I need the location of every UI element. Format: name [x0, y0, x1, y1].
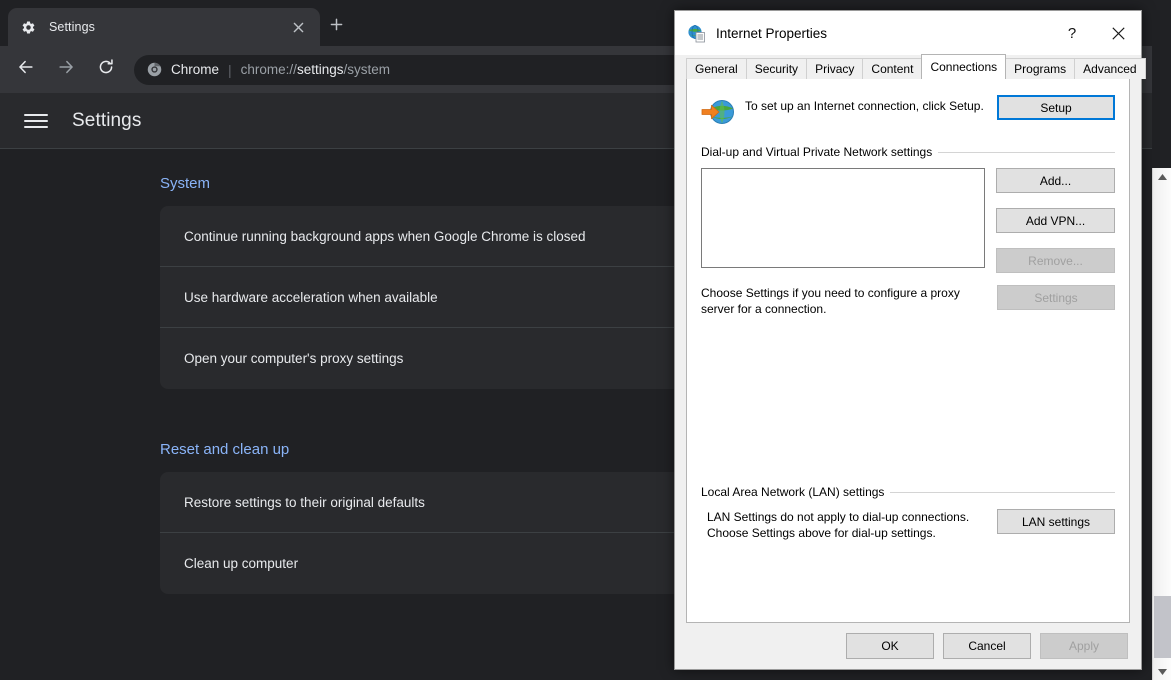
screen: Settings — [0, 0, 1171, 680]
dialup-body: Add... Add VPN... Remove... — [701, 168, 1115, 273]
reload-button[interactable] — [91, 55, 121, 85]
tab-advanced[interactable]: Advanced — [1074, 58, 1145, 79]
choose-settings-row: Choose Settings if you need to configure… — [701, 285, 1115, 317]
connections-tab-panel: To set up an Internet connection, click … — [686, 78, 1130, 623]
dialup-button-column: Add... Add VPN... Remove... — [996, 168, 1115, 273]
lan-legend-label: Local Area Network (LAN) settings — [701, 485, 884, 499]
cancel-button[interactable]: Cancel — [943, 633, 1031, 659]
lan-settings-button[interactable]: LAN settings — [997, 509, 1115, 534]
lan-body: LAN Settings do not apply to dial-up con… — [701, 509, 1115, 541]
dialup-group: Dial-up and Virtual Private Network sett… — [701, 145, 1115, 317]
group-divider-line — [890, 492, 1115, 493]
tab-content[interactable]: Content — [862, 58, 922, 79]
arrow-right-icon — [57, 58, 75, 81]
lan-description: LAN Settings do not apply to dial-up con… — [707, 509, 986, 541]
add-vpn-button[interactable]: Add VPN... — [996, 208, 1115, 233]
setup-description: To set up an Internet connection, click … — [745, 95, 997, 114]
security-chip-label: Chrome — [171, 62, 219, 77]
dialup-group-legend: Dial-up and Virtual Private Network sett… — [701, 145, 1115, 159]
plus-icon — [330, 18, 343, 36]
lan-group-legend: Local Area Network (LAN) settings — [701, 485, 1115, 499]
close-icon[interactable] — [1095, 11, 1141, 55]
ok-button[interactable]: OK — [846, 633, 934, 659]
choose-settings-description: Choose Settings if you need to configure… — [701, 285, 986, 317]
caret-up-icon[interactable] — [1153, 168, 1171, 185]
dialog-title: Internet Properties — [716, 26, 1049, 41]
internet-properties-icon — [687, 24, 706, 43]
dialog-title-bar[interactable]: Internet Properties ? — [675, 11, 1141, 55]
tab-security[interactable]: Security — [746, 58, 807, 79]
help-button[interactable]: ? — [1049, 11, 1095, 55]
tab-connections[interactable]: Connections — [921, 54, 1006, 79]
dialog-footer: OK Cancel Apply — [675, 623, 1141, 669]
remove-button: Remove... — [996, 248, 1115, 273]
new-tab-button[interactable] — [324, 15, 348, 39]
proxy-settings-button: Settings — [997, 285, 1115, 310]
scrollbar-thumb[interactable] — [1154, 596, 1171, 658]
dialog-tab-strip: General Security Privacy Content Connect… — [675, 55, 1141, 79]
internet-properties-dialog: Internet Properties ? General Security P… — [674, 10, 1142, 670]
tab-programs[interactable]: Programs — [1005, 58, 1075, 79]
back-button[interactable] — [11, 55, 41, 85]
add-button[interactable]: Add... — [996, 168, 1115, 193]
page-title: Settings — [72, 110, 141, 132]
apply-button: Apply — [1040, 633, 1128, 659]
group-divider-line — [938, 152, 1115, 153]
url-prefix: chrome:// — [241, 62, 297, 77]
chrome-logo-icon — [146, 62, 162, 78]
omnibox-url: chrome://settings/system — [241, 62, 390, 77]
url-host: settings — [297, 62, 344, 77]
tab-general[interactable]: General — [686, 58, 747, 79]
omnibox-separator: | — [228, 62, 232, 78]
setup-button[interactable]: Setup — [997, 95, 1115, 120]
hamburger-icon[interactable] — [24, 109, 48, 133]
gear-icon — [20, 19, 37, 36]
setup-section: To set up an Internet connection, click … — [687, 79, 1129, 129]
arrow-left-icon — [17, 58, 35, 81]
url-path: /system — [343, 62, 390, 77]
tab-title-label: Settings — [49, 20, 288, 34]
tab-privacy[interactable]: Privacy — [806, 58, 863, 79]
close-icon[interactable] — [288, 17, 308, 37]
forward-button[interactable] — [51, 55, 81, 85]
browser-tab-settings[interactable]: Settings — [8, 8, 320, 46]
dialup-connections-list[interactable] — [701, 168, 985, 268]
dialup-legend-label: Dial-up and Virtual Private Network sett… — [701, 145, 932, 159]
reload-icon — [97, 58, 115, 81]
lan-group: Local Area Network (LAN) settings LAN Se… — [701, 485, 1115, 541]
globe-arrow-icon — [701, 97, 735, 129]
window-scrollbar[interactable] — [1152, 168, 1171, 680]
caret-down-icon[interactable] — [1153, 663, 1171, 680]
